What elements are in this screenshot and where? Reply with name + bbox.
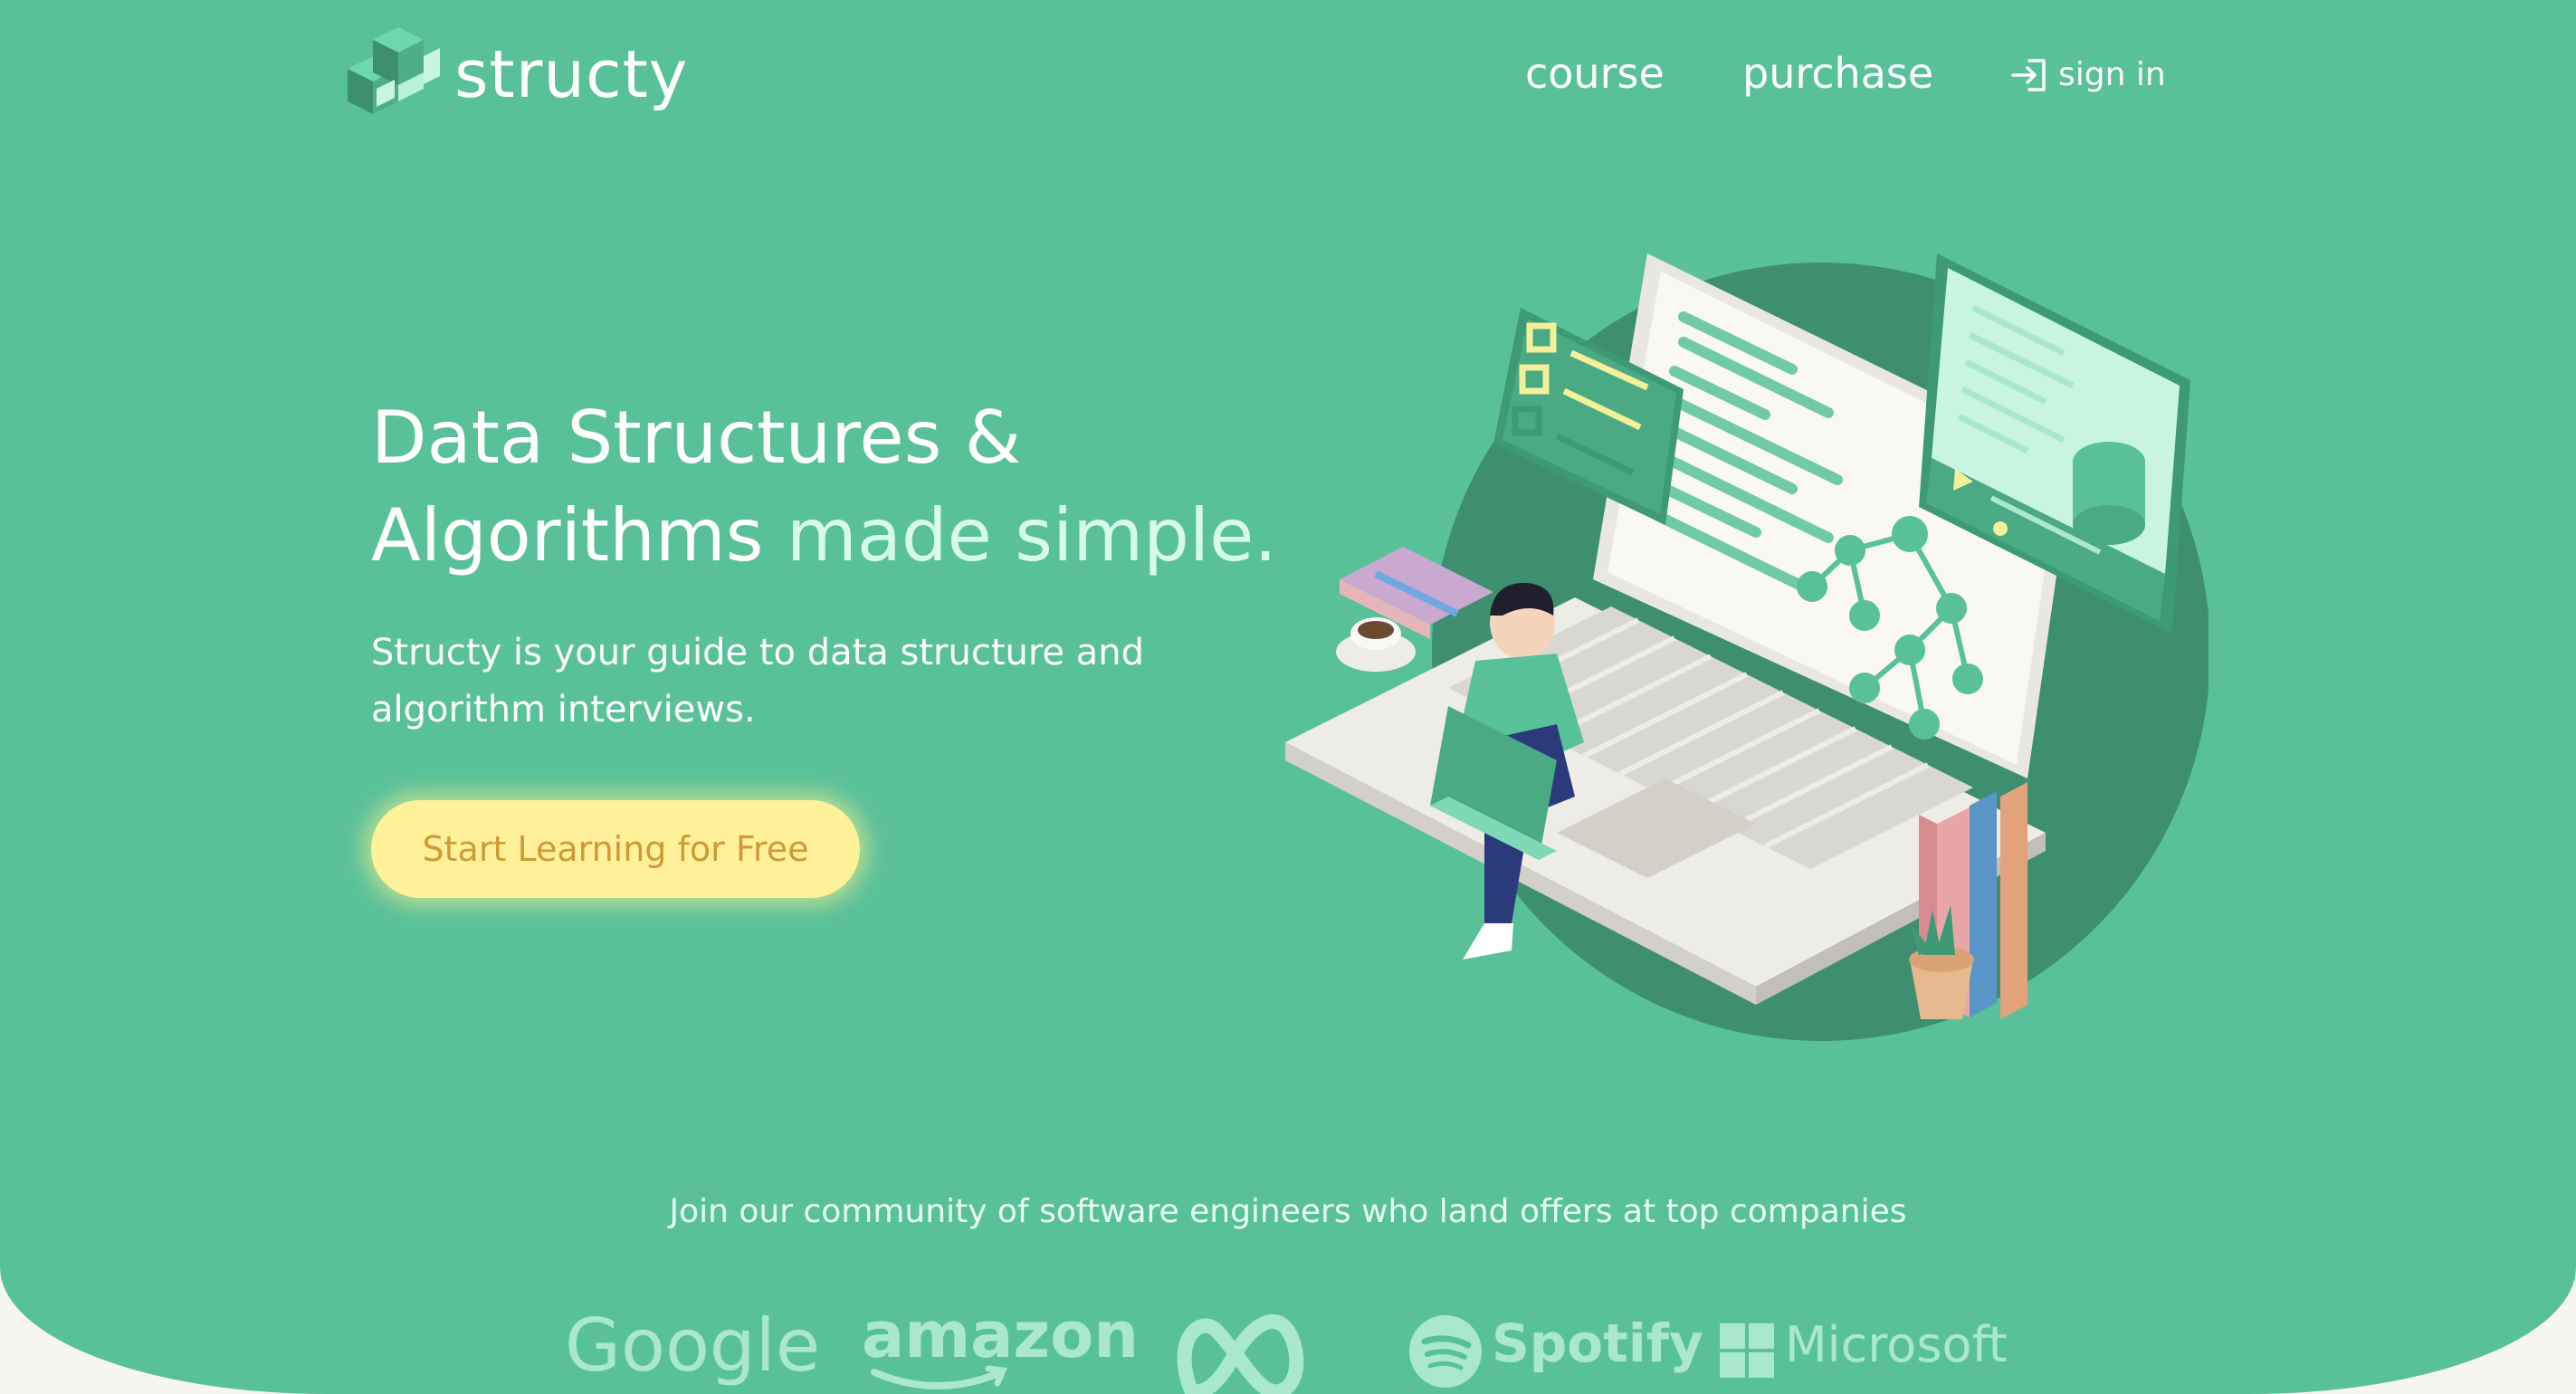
hero-headline: Data Structures & Algorithms made simple…: [371, 389, 1321, 585]
nav-course-link[interactable]: course: [1525, 49, 1665, 98]
amazon-logo: amazon: [862, 1298, 1140, 1372]
headline-line-2-accent: made simple.: [786, 493, 1277, 578]
spotify-logo-icon: [1409, 1315, 1482, 1388]
community-text: Join our community of software engineers…: [669, 1193, 1907, 1230]
logo-text: structy: [454, 36, 689, 112]
microsoft-logo-icon: [1720, 1323, 1774, 1378]
sign-in-link[interactable]: sign in: [2009, 56, 2166, 93]
google-logo: Google: [565, 1303, 821, 1388]
headline-line-2-plain: Algorithms: [371, 493, 764, 578]
logo[interactable]: structy: [340, 25, 688, 123]
headline-line-1: Data Structures &: [371, 396, 1022, 480]
sign-in-label: sign in: [2058, 56, 2166, 93]
hero-subtitle: Structy is your guide to data structure …: [371, 632, 1145, 730]
microsoft-logo-text: Microsoft: [1785, 1316, 2008, 1373]
spotify-logo-text: Spotify: [1492, 1313, 1703, 1374]
amazon-smile-icon: [871, 1365, 1008, 1389]
nav-purchase-link[interactable]: purchase: [1742, 49, 1933, 98]
meta-logo-icon: [1177, 1314, 1304, 1394]
hero-section: structy course purchase sign in Data Str…: [0, 0, 2576, 1394]
hero-illustration: [1285, 253, 2209, 1041]
start-learning-button[interactable]: Start Learning for Free: [371, 800, 860, 898]
company-logos: Google amazon Spotify Microsoft: [0, 1298, 2576, 1394]
sign-in-icon: [2011, 58, 2046, 91]
structy-logo-icon: [348, 27, 440, 114]
